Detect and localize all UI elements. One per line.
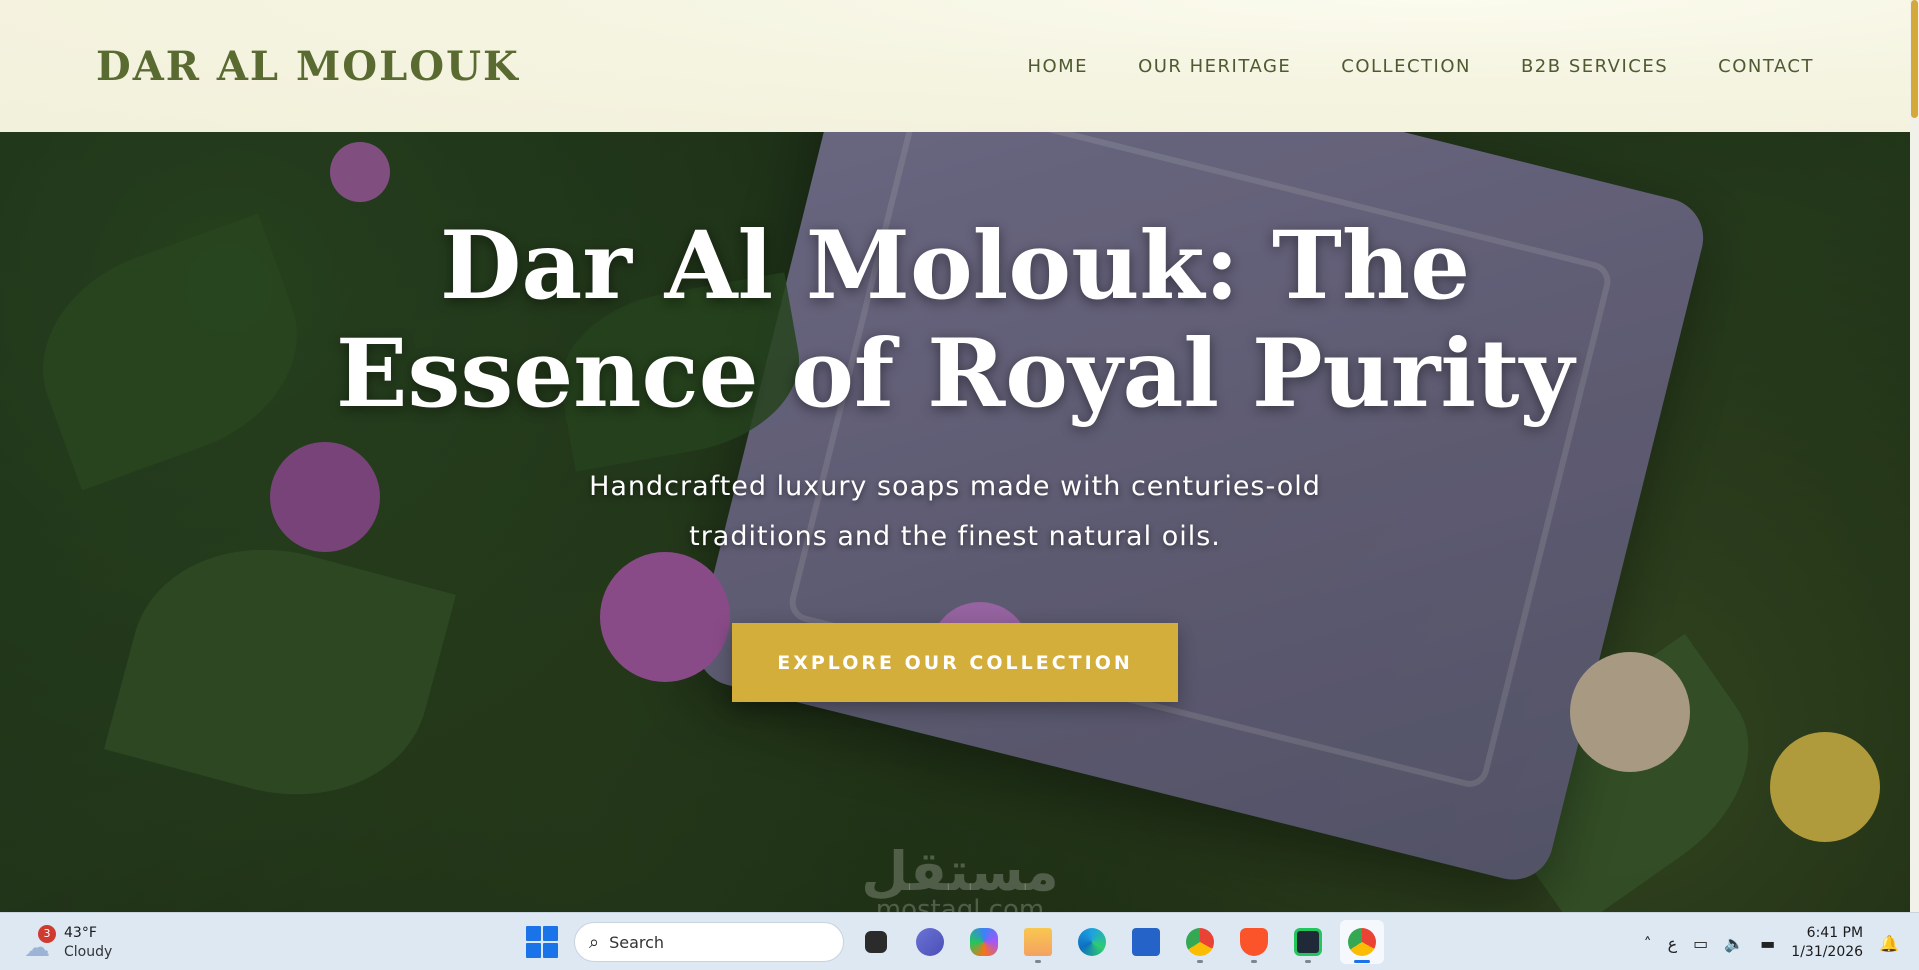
edge-icon[interactable] <box>1070 920 1114 964</box>
nav-b2b-services[interactable]: B2B SERVICES <box>1521 56 1668 77</box>
weather-temperature: 43°F <box>64 925 97 941</box>
network-icon[interactable]: ▭ <box>1693 934 1708 953</box>
taskbar-apps: ⌕ <box>520 920 1384 964</box>
copilot-icon[interactable] <box>962 920 1006 964</box>
mostaql-watermark: مستقل mostaql.com <box>840 840 1080 913</box>
nav-collection[interactable]: COLLECTION <box>1341 56 1471 77</box>
taskbar-search-input[interactable] <box>609 932 810 952</box>
teams-icon[interactable] <box>908 920 952 964</box>
notification-bell-icon[interactable]: 🔔 <box>1879 934 1899 953</box>
terminal-app-icon[interactable] <box>1286 920 1330 964</box>
nav-home[interactable]: HOME <box>1027 56 1088 77</box>
hero-section: Dar Al Molouk: The Essence of Royal Puri… <box>0 132 1910 912</box>
chrome-active-icon[interactable] <box>1340 920 1384 964</box>
nav-our-heritage[interactable]: OUR HERITAGE <box>1138 56 1291 77</box>
site-header: DAR AL MOLOUK HOME OUR HERITAGE COLLECTI… <box>0 0 1910 132</box>
input-language-indicator[interactable]: ع <box>1668 934 1678 953</box>
brave-icon[interactable] <box>1232 920 1276 964</box>
main-nav: HOME OUR HERITAGE COLLECTION B2B SERVICE… <box>1027 56 1814 77</box>
weather-widget[interactable]: ☁ 3 43°F Cloudy <box>22 923 132 963</box>
site-logo[interactable]: DAR AL MOLOUK <box>96 43 520 90</box>
watermark-arabic: مستقل <box>861 840 1059 903</box>
watermark-latin: mostaql.com <box>875 895 1045 912</box>
notification-badge: 3 <box>38 925 56 943</box>
windows-start-icon[interactable] <box>520 920 564 964</box>
volume-icon[interactable]: 🔈 <box>1724 934 1744 953</box>
clock-time: 6:41 PM <box>1806 925 1864 941</box>
battery-icon[interactable]: ▬ <box>1760 934 1775 953</box>
search-icon: ⌕ <box>589 931 600 953</box>
clock-date: 1/31/2026 <box>1791 944 1864 960</box>
microsoft-store-icon[interactable] <box>1124 920 1168 964</box>
scrollbar-thumb[interactable] <box>1911 0 1918 118</box>
page-scrollbar[interactable] <box>1910 0 1919 912</box>
chevron-up-icon[interactable]: ˄ <box>1644 934 1652 953</box>
hero-subtitle: Handcrafted luxury soaps made with centu… <box>589 471 1321 552</box>
file-explorer-dark-icon[interactable] <box>854 920 898 964</box>
chrome-icon[interactable] <box>1178 920 1222 964</box>
file-explorer-icon[interactable] <box>1016 920 1060 964</box>
system-tray: ˄ ع ▭ 🔈 ▬ 6:41 PM 1/31/2026 🔔 <box>1644 921 1899 965</box>
windows-taskbar: ☁ 3 43°F Cloudy ⌕ ˄ ع ▭ 🔈 ▬ 6:41 PM 1/31… <box>0 912 1919 970</box>
system-clock[interactable]: 6:41 PM 1/31/2026 <box>1791 924 1863 962</box>
hero-title: Dar Al Molouk: The Essence of Royal Puri… <box>335 211 1575 429</box>
weather-condition: Cloudy <box>64 944 113 960</box>
nav-contact[interactable]: CONTACT <box>1718 56 1814 77</box>
explore-collection-button[interactable]: EXPLORE OUR COLLECTION <box>732 623 1178 702</box>
taskbar-search[interactable]: ⌕ <box>574 922 844 962</box>
